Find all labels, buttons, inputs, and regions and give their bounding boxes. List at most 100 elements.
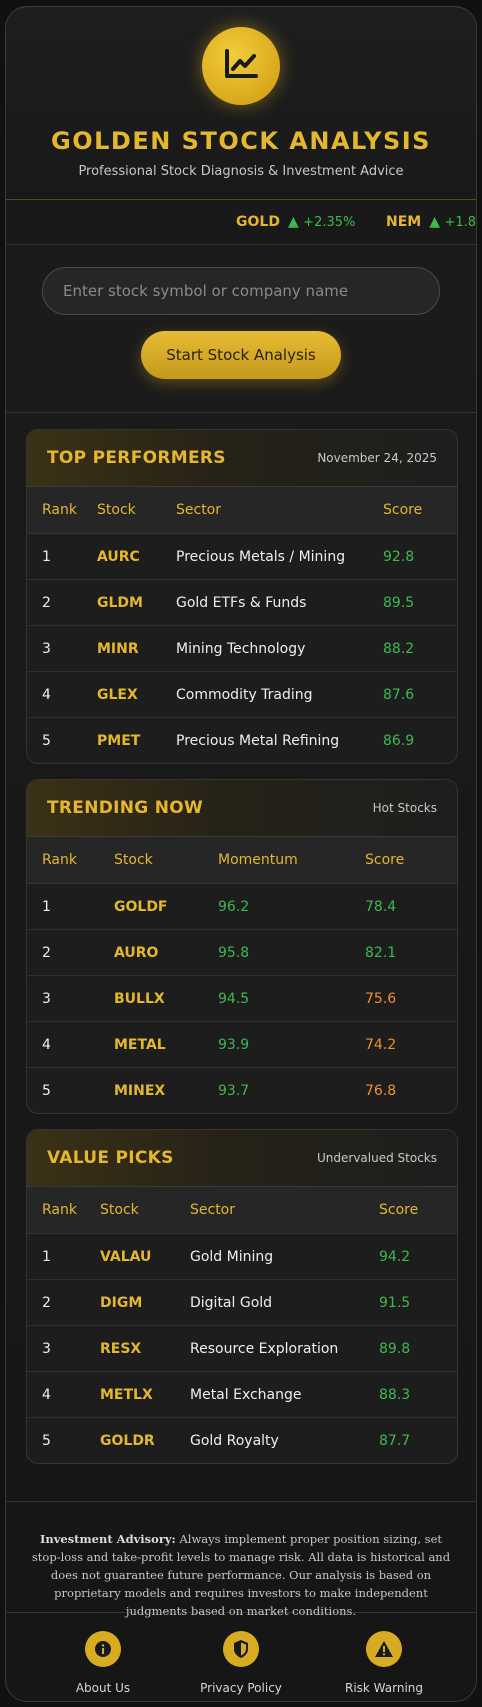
info-icon	[85, 1631, 121, 1667]
rank-cell: 4	[27, 671, 96, 718]
arrow-up-icon: ▲	[429, 214, 440, 230]
investment-advisory: Investment Advisory: Always implement pr…	[6, 1501, 476, 1618]
rank-cell: 2	[27, 579, 96, 626]
column-header[interactable]: Score	[364, 837, 457, 884]
table-row[interactable]: 4 GLEX Commodity Trading 87.6	[27, 671, 457, 718]
sector-cell: Precious Metals / Mining	[175, 533, 382, 580]
table-row[interactable]: 4 METAL 93.9 74.2	[27, 1021, 457, 1068]
price-ticker: GOLD ▲ +2.35% NEM ▲ +1.82%	[6, 200, 476, 245]
column-header[interactable]: Stock	[113, 837, 217, 884]
card-title: TRENDING NOW	[47, 798, 204, 818]
line-chart-icon	[223, 48, 259, 84]
stock-symbol[interactable]: AURO	[113, 929, 217, 976]
score-cell: 74.2	[364, 1021, 457, 1068]
stock-symbol[interactable]: RESX	[99, 1325, 189, 1372]
sector-cell: Gold Royalty	[190, 1432, 279, 1449]
footer-label: About Us	[75, 1681, 131, 1695]
rank-cell: 2	[27, 1279, 99, 1326]
stock-symbol[interactable]: AURC	[96, 533, 175, 580]
table-row[interactable]: 5 PMET Precious Metal Refining 86.9	[27, 718, 457, 764]
shield-icon	[223, 1631, 259, 1667]
stock-symbol[interactable]: MINR	[96, 625, 175, 672]
score-cell: 88.2	[382, 625, 457, 672]
trending-table: Rank Stock Momentum Score 1 GOLDF 96.2 7…	[27, 837, 457, 1113]
score-cell: 88.3	[378, 1371, 457, 1418]
value-picks-card: VALUE PICKS Undervalued Stocks Rank Stoc…	[26, 1129, 458, 1464]
sector-cell: Resource Exploration	[189, 1325, 378, 1372]
column-header[interactable]: Stock	[99, 1187, 189, 1234]
table-header-row: Rank Stock Sector Score	[27, 487, 457, 534]
stock-symbol[interactable]: BULLX	[113, 975, 217, 1022]
column-header[interactable]: Momentum	[217, 837, 364, 884]
table-row[interactable]: 5 MINEX 93.7 76.8	[27, 1068, 457, 1114]
table-header-row: Rank Stock Sector Score	[27, 1187, 457, 1234]
table-row[interactable]: 3 RESX Resource Exploration 89.8	[27, 1325, 457, 1372]
stock-symbol[interactable]: METLX	[99, 1371, 189, 1418]
table-row[interactable]: 3 BULLX 94.5 75.6	[27, 975, 457, 1022]
table-row[interactable]: 3 MINR Mining Technology 88.2	[27, 625, 457, 672]
footer-link-privacy[interactable]: Privacy Policy	[171, 1631, 311, 1695]
table-row[interactable]: 2 GLDM Gold ETFs & Funds 89.5	[27, 579, 457, 626]
table-row[interactable]: 4 METLX Metal Exchange 88.3	[27, 1371, 457, 1418]
rank-cell: 2	[27, 929, 113, 976]
stock-symbol[interactable]: PMET	[96, 718, 175, 764]
sector-cell: Gold ETFs & Funds	[175, 579, 382, 626]
footer-link-risk[interactable]: Risk Warning	[314, 1631, 454, 1695]
score-cell: 92.8	[382, 533, 457, 580]
score-cell: 78.4	[364, 883, 457, 930]
page-title: GOLDEN STOCK ANALYSIS	[51, 127, 431, 155]
score-cell: 89.8	[378, 1325, 457, 1372]
stock-symbol[interactable]: GOLDR	[99, 1418, 189, 1464]
table-row[interactable]: 2 DIGM Digital Gold 91.5	[27, 1279, 457, 1326]
footer-label: Privacy Policy	[200, 1681, 282, 1695]
app-frame: GOLDEN STOCK ANALYSIS Professional Stock…	[5, 6, 477, 1702]
table-row[interactable]: 1 AURC Precious Metals / Mining 92.8	[27, 533, 457, 580]
stock-symbol[interactable]: GOLDF	[113, 883, 217, 930]
table-row[interactable]: 1 GOLDF 96.2 78.4	[27, 883, 457, 930]
footer-label: Risk Warning	[344, 1681, 424, 1695]
card-title: VALUE PICKS	[47, 1148, 174, 1168]
sector-cell: Precious Metal Refining	[176, 732, 340, 749]
ticker-symbol: GOLD	[236, 214, 280, 230]
footer-link-about[interactable]: About Us	[33, 1631, 173, 1695]
table-header-row: Rank Stock Momentum Score	[27, 837, 457, 884]
ticker-item[interactable]: GOLD ▲ +2.35%	[236, 214, 355, 230]
stock-symbol[interactable]: GLDM	[96, 579, 175, 626]
column-header[interactable]: Stock	[96, 487, 175, 534]
momentum-cell: 93.9	[217, 1021, 364, 1068]
score-cell: 87.6	[382, 671, 457, 718]
stock-symbol[interactable]: MINEX	[113, 1068, 217, 1114]
rank-cell: 3	[27, 625, 96, 672]
score-cell: 94.2	[378, 1233, 457, 1280]
card-subtitle: Undervalued Stocks	[317, 1151, 437, 1165]
search-section: Start Stock Analysis	[6, 245, 476, 413]
column-header[interactable]: Sector	[175, 487, 382, 534]
sector-cell: Commodity Trading	[175, 671, 382, 718]
card-title: TOP PERFORMERS	[47, 448, 226, 468]
top-performers-table: Rank Stock Sector Score 1 AURC Precious …	[27, 487, 457, 763]
ticker-change: +2.35%	[303, 215, 356, 230]
column-header[interactable]: Rank	[27, 487, 96, 534]
footer-nav: About Us Privacy Policy Risk Warning	[6, 1613, 476, 1701]
stock-symbol[interactable]: VALAU	[99, 1233, 189, 1280]
table-row[interactable]: 1 VALAU Gold Mining 94.2	[27, 1233, 457, 1280]
stock-search-input[interactable]	[42, 267, 440, 315]
column-header[interactable]: Rank	[27, 1187, 99, 1234]
card-subtitle: Hot Stocks	[372, 801, 437, 815]
column-header[interactable]: Score	[378, 1187, 457, 1234]
column-header[interactable]: Sector	[189, 1187, 378, 1234]
ticker-item[interactable]: NEM ▲ +1.82%	[386, 214, 476, 230]
rank-cell: 5	[42, 1082, 51, 1099]
stock-symbol[interactable]: METAL	[113, 1021, 217, 1068]
sector-cell: Gold Mining	[189, 1233, 378, 1280]
rank-cell: 1	[27, 1233, 99, 1280]
top-performers-card: TOP PERFORMERS November 24, 2025 Rank St…	[26, 429, 458, 764]
column-header[interactable]: Score	[382, 487, 457, 534]
start-analysis-button[interactable]: Start Stock Analysis	[141, 331, 341, 379]
table-row[interactable]: 2 AURO 95.8 82.1	[27, 929, 457, 976]
card-header: VALUE PICKS Undervalued Stocks	[27, 1130, 457, 1187]
stock-symbol[interactable]: DIGM	[99, 1279, 189, 1326]
column-header[interactable]: Rank	[27, 837, 113, 884]
table-row[interactable]: 5 GOLDR Gold Royalty 87.7	[27, 1418, 457, 1464]
stock-symbol[interactable]: GLEX	[96, 671, 175, 718]
